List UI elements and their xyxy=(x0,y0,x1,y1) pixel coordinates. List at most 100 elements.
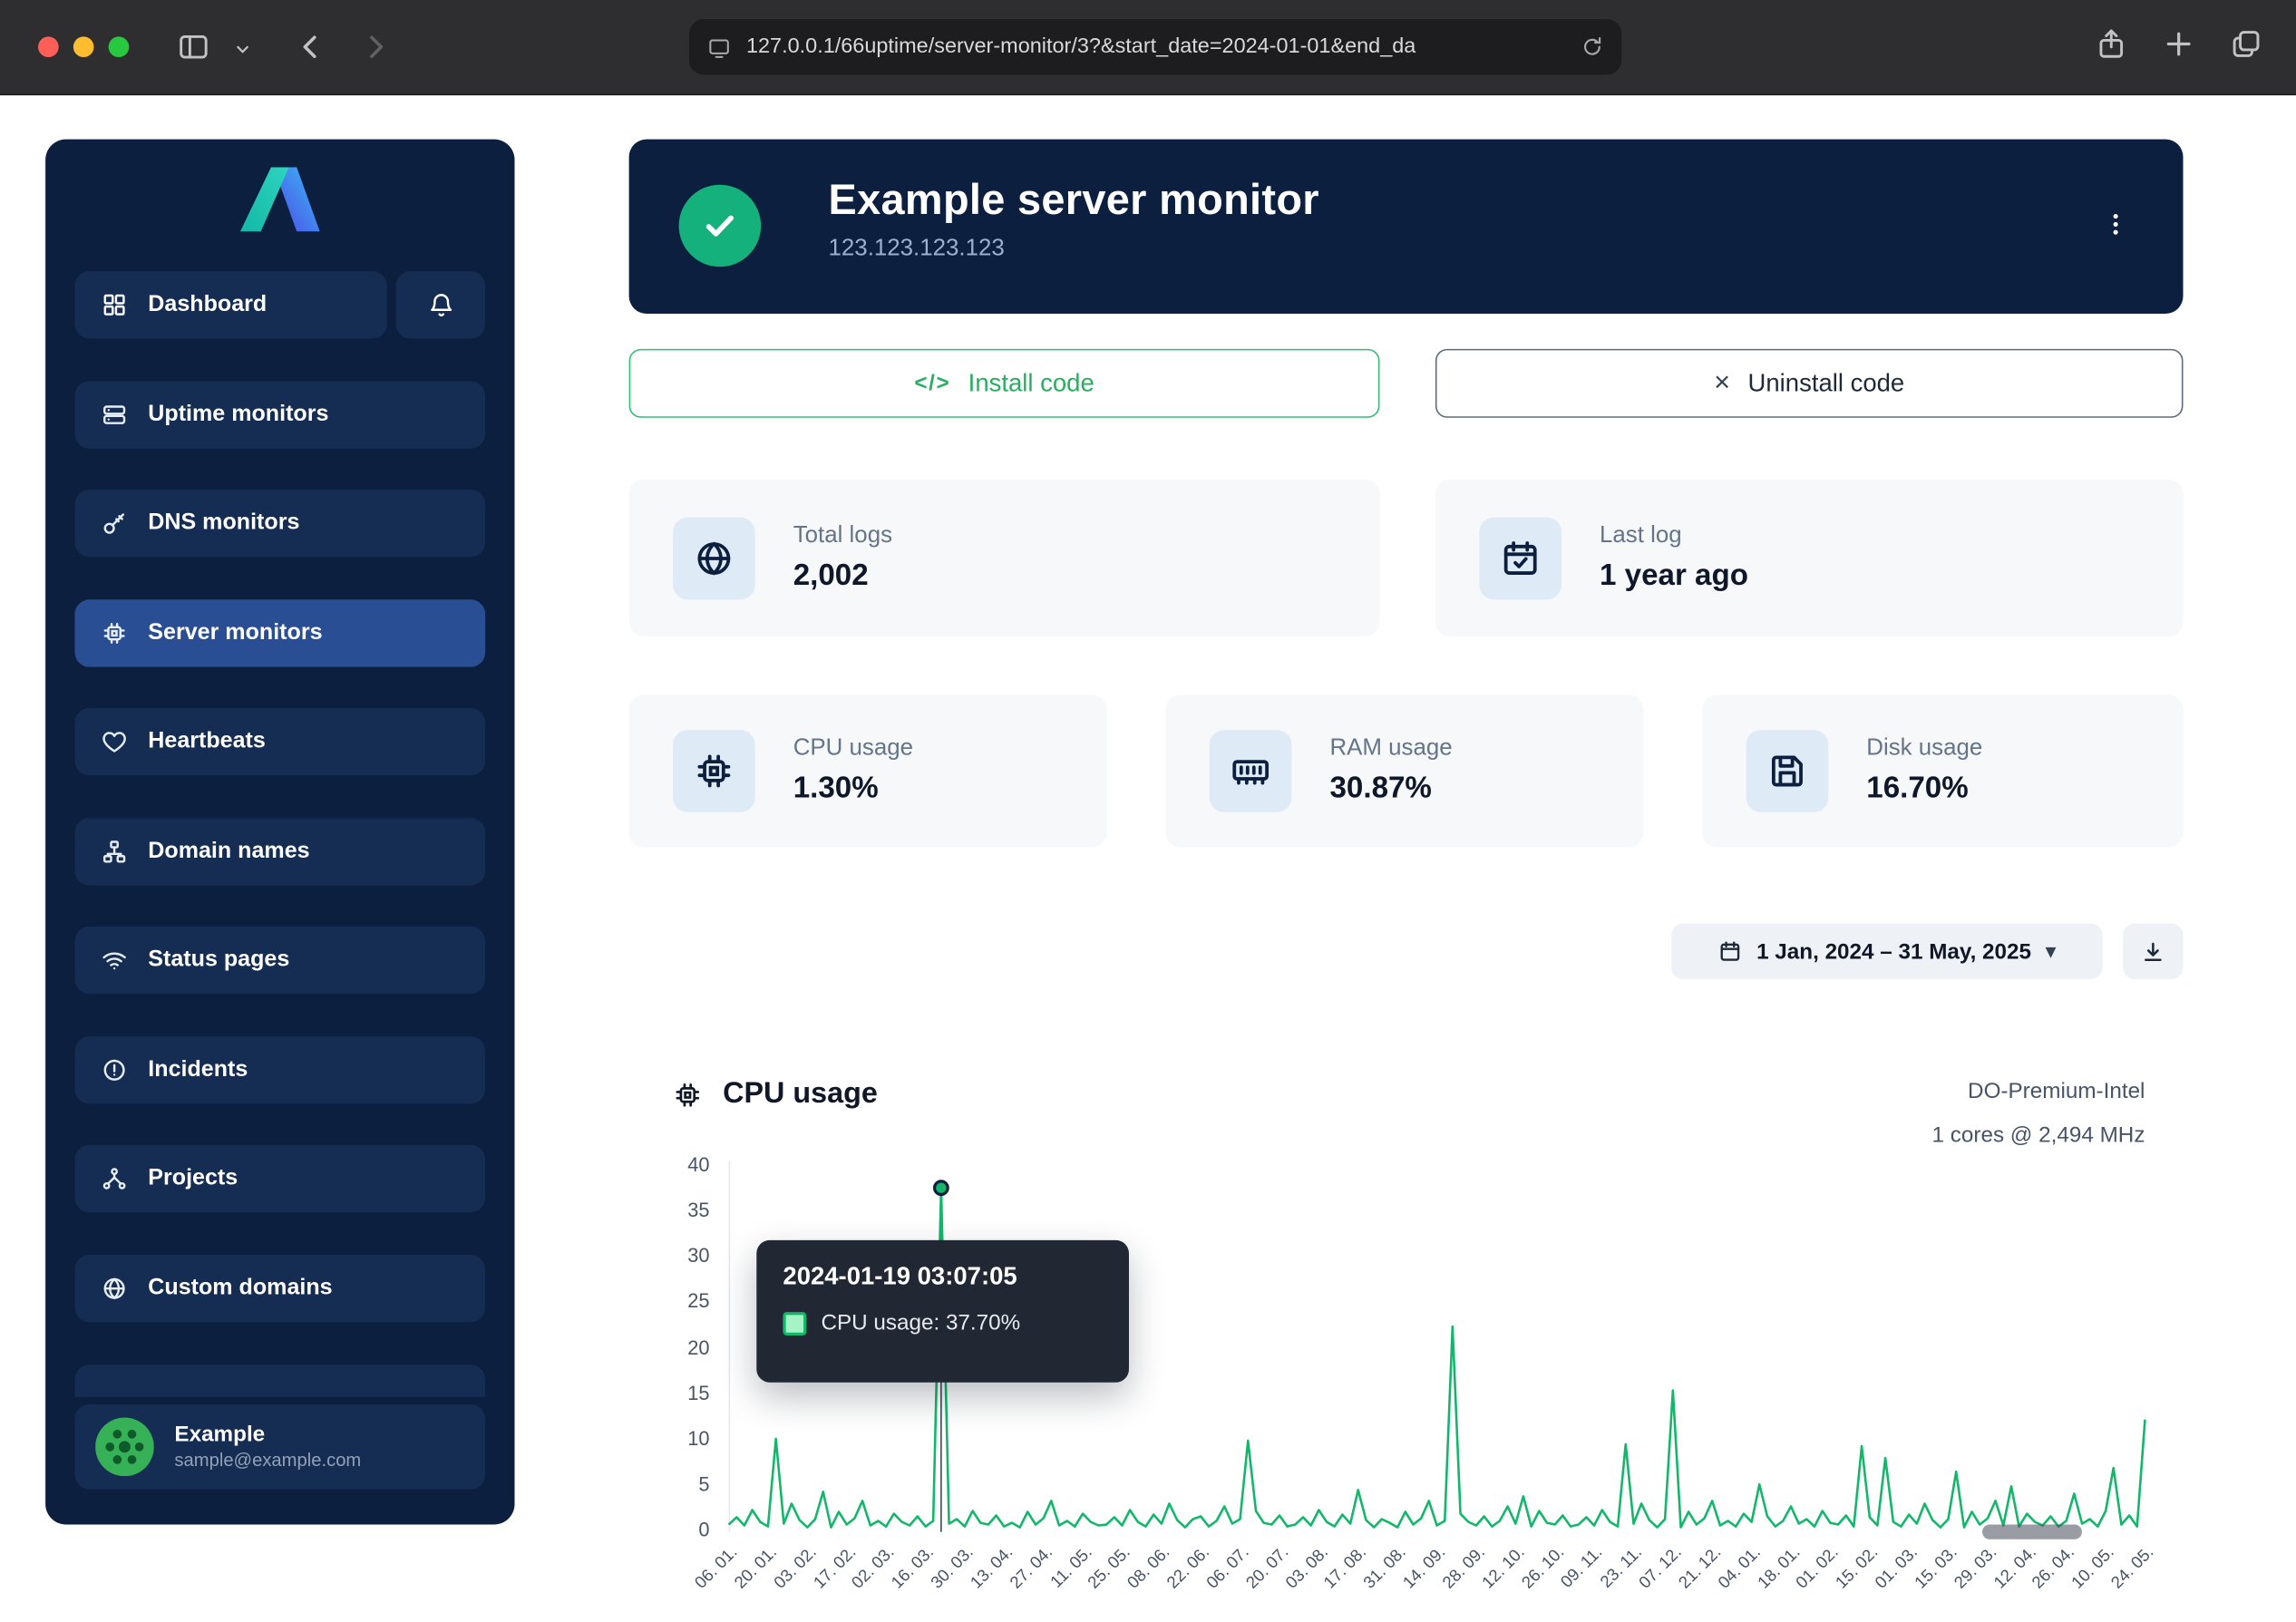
y-tick-label: 30 xyxy=(645,1245,709,1267)
forward-button-icon[interactable] xyxy=(358,29,394,64)
sidebar-item-label: Uptime monitors xyxy=(148,402,328,428)
bell-icon xyxy=(427,292,453,318)
tooltip-value: CPU usage: 37.70% xyxy=(821,1310,1020,1335)
sidebar-item-custom-domains[interactable]: Custom domains xyxy=(74,1255,485,1322)
sidebar-item-status-pages[interactable]: Status pages xyxy=(74,927,485,994)
page-settings-icon[interactable] xyxy=(706,34,731,59)
sidebar-item-label: Custom domains xyxy=(148,1276,332,1302)
sidebar-item-domain-names[interactable]: Domain names xyxy=(74,818,485,885)
stat-label: Disk usage xyxy=(1866,736,1982,762)
globe-icon xyxy=(673,517,755,599)
kebab-menu-icon[interactable] xyxy=(2101,207,2130,242)
heart-icon xyxy=(102,729,128,755)
sidebar: Dashboard Uptime monitors DNS monitors S… xyxy=(45,140,514,1525)
address-bar[interactable]: 127.0.0.1/66uptime/server-monitor/3?&sta… xyxy=(689,19,1621,74)
calendar-check-icon xyxy=(1479,517,1561,599)
reload-icon[interactable] xyxy=(1581,35,1604,59)
avatar xyxy=(95,1418,154,1477)
back-button-icon[interactable] xyxy=(293,29,328,64)
y-tick-label: 0 xyxy=(645,1519,709,1540)
alert-circle-icon xyxy=(102,1057,128,1083)
y-tick-label: 15 xyxy=(645,1382,709,1403)
close-icon: × xyxy=(1714,369,1730,397)
key-icon xyxy=(102,510,128,537)
sidebar-item-incidents[interactable]: Incidents xyxy=(74,1036,485,1103)
user-account-card[interactable]: Example sample@example.com xyxy=(74,1404,485,1490)
stat-value: 1 year ago xyxy=(1600,558,1748,593)
share-icon[interactable] xyxy=(2094,26,2129,62)
install-code-label: Install code xyxy=(968,369,1094,398)
app-window: 127.0.0.1/66uptime/server-monitor/3?&sta… xyxy=(0,0,2296,1571)
y-tick-label: 20 xyxy=(645,1336,709,1358)
install-code-button[interactable]: </> Install code xyxy=(629,349,1380,418)
y-tick-label: 25 xyxy=(645,1290,709,1312)
sidebar-item-server-monitors[interactable]: Server monitors xyxy=(74,599,485,666)
status-check-icon xyxy=(679,185,762,267)
tab-overview-icon[interactable] xyxy=(2229,26,2264,62)
stat-label: RAM usage xyxy=(1329,736,1452,762)
chart-tooltip: 2024-01-19 03:07:05 CPU usage: 37.70% xyxy=(756,1240,1129,1383)
window-minimize-button[interactable] xyxy=(73,36,94,57)
server-stack-icon xyxy=(102,402,128,428)
sidebar-item-label: Incidents xyxy=(148,1057,248,1083)
stat-value: 16.70% xyxy=(1866,771,1982,806)
window-zoom-button[interactable] xyxy=(109,36,130,57)
sidebar-item-uptime-monitors[interactable]: Uptime monitors xyxy=(74,381,485,448)
window-close-button[interactable] xyxy=(38,36,59,57)
stat-value: 30.87% xyxy=(1329,771,1452,806)
new-tab-icon[interactable] xyxy=(2161,26,2196,62)
sidebar-item-label: Heartbeats xyxy=(148,729,266,755)
sidebar-item-label: Domain names xyxy=(148,839,309,865)
code-icon: </> xyxy=(914,371,950,395)
tooltip-datetime: 2024-01-19 03:07:05 xyxy=(783,1262,1102,1291)
cpu-icon xyxy=(673,730,755,812)
ram-icon xyxy=(1210,730,1292,812)
y-tick-label: 40 xyxy=(645,1153,709,1175)
stat-label: CPU usage xyxy=(793,736,913,762)
browser-chrome: 127.0.0.1/66uptime/server-monitor/3?&sta… xyxy=(0,0,2296,95)
stat-value: 1.30% xyxy=(793,771,913,806)
sidebar-item-clipped xyxy=(74,1365,485,1397)
horizontal-scrollbar-thumb[interactable] xyxy=(1982,1525,2082,1539)
y-tick-label: 5 xyxy=(645,1473,709,1495)
sidebar-item-dashboard[interactable]: Dashboard xyxy=(74,271,386,338)
wifi-icon xyxy=(102,947,128,973)
ram-usage-card: RAM usage 30.87% xyxy=(1165,694,1643,847)
stat-label: Total logs xyxy=(793,522,892,549)
sidebar-item-dns-monitors[interactable]: DNS monitors xyxy=(74,490,485,557)
calendar-icon xyxy=(1718,939,1742,963)
monitor-header-card: Example server monitor 123.123.123.123 xyxy=(629,140,2184,314)
date-range-label: 1 Jan, 2024 – 31 May, 2025 xyxy=(1756,939,2031,964)
caret-down-icon: ▾ xyxy=(2046,939,2056,963)
sidebar-item-label: Status pages xyxy=(148,947,289,973)
download-button[interactable] xyxy=(2123,924,2183,979)
sidebar-item-label: DNS monitors xyxy=(148,510,299,537)
notifications-button[interactable] xyxy=(396,271,486,338)
cpu-chip-icon xyxy=(102,620,128,646)
series-legend-swatch xyxy=(783,1311,806,1335)
chart-title: CPU usage xyxy=(723,1077,878,1111)
disk-usage-card: Disk usage 16.70% xyxy=(1702,694,2183,847)
chart-header: CPU usage xyxy=(673,1077,878,1111)
uninstall-code-button[interactable]: × Uninstall code xyxy=(1435,349,2184,418)
user-email: sample@example.com xyxy=(174,1448,361,1472)
sidebar-item-projects[interactable]: Projects xyxy=(74,1145,485,1212)
sidebar-item-heartbeats[interactable]: Heartbeats xyxy=(74,708,485,775)
stat-value: 2,002 xyxy=(793,558,892,593)
cpu-icon xyxy=(673,1080,702,1109)
date-range-picker[interactable]: 1 Jan, 2024 – 31 May, 2025 ▾ xyxy=(1671,924,2102,979)
sidebar-toggle-icon[interactable] xyxy=(176,29,211,64)
total-logs-card: Total logs 2,002 xyxy=(629,480,1380,636)
server-model: DO-Premium-Intel xyxy=(1932,1070,2145,1114)
app-logo[interactable] xyxy=(239,162,322,236)
download-icon xyxy=(2141,939,2165,964)
globe-icon xyxy=(102,1276,128,1302)
uninstall-code-label: Uninstall code xyxy=(1748,369,1905,398)
sitemap-icon xyxy=(102,839,128,865)
sidebar-item-label: Projects xyxy=(148,1165,238,1191)
y-tick-label: 35 xyxy=(645,1200,709,1221)
url-text: 127.0.0.1/66uptime/server-monitor/3?&sta… xyxy=(746,35,1566,59)
chevron-down-icon[interactable] xyxy=(235,41,251,57)
nodes-icon xyxy=(102,1165,128,1191)
monitor-ip: 123.123.123.123 xyxy=(829,236,1005,262)
